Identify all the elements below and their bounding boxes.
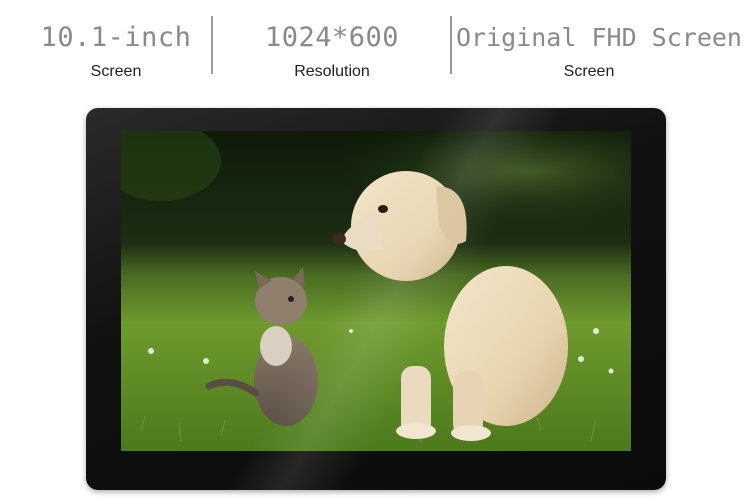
spec-header: 10.1-inch Screen 1024*600 Resolution Ori… bbox=[0, 0, 750, 95]
spec-screen-type-value: Original FHD Screen bbox=[456, 23, 742, 52]
spec-resolution-value: 1024*600 bbox=[264, 22, 400, 53]
spec-size-value: 10.1-inch bbox=[40, 22, 192, 53]
spec-resolution: 1024*600 Resolution bbox=[252, 18, 412, 82]
spec-divider bbox=[450, 16, 452, 74]
spec-size: 10.1-inch Screen bbox=[40, 18, 192, 82]
spec-screen-type: Original FHD Screen Screen bbox=[456, 18, 742, 82]
spec-resolution-label: Resolution bbox=[294, 63, 370, 80]
tablet-screen-photo bbox=[121, 131, 631, 451]
spec-screen-type-label: Screen bbox=[563, 63, 615, 80]
spec-size-label: Screen bbox=[90, 63, 142, 80]
spec-divider bbox=[211, 16, 213, 74]
